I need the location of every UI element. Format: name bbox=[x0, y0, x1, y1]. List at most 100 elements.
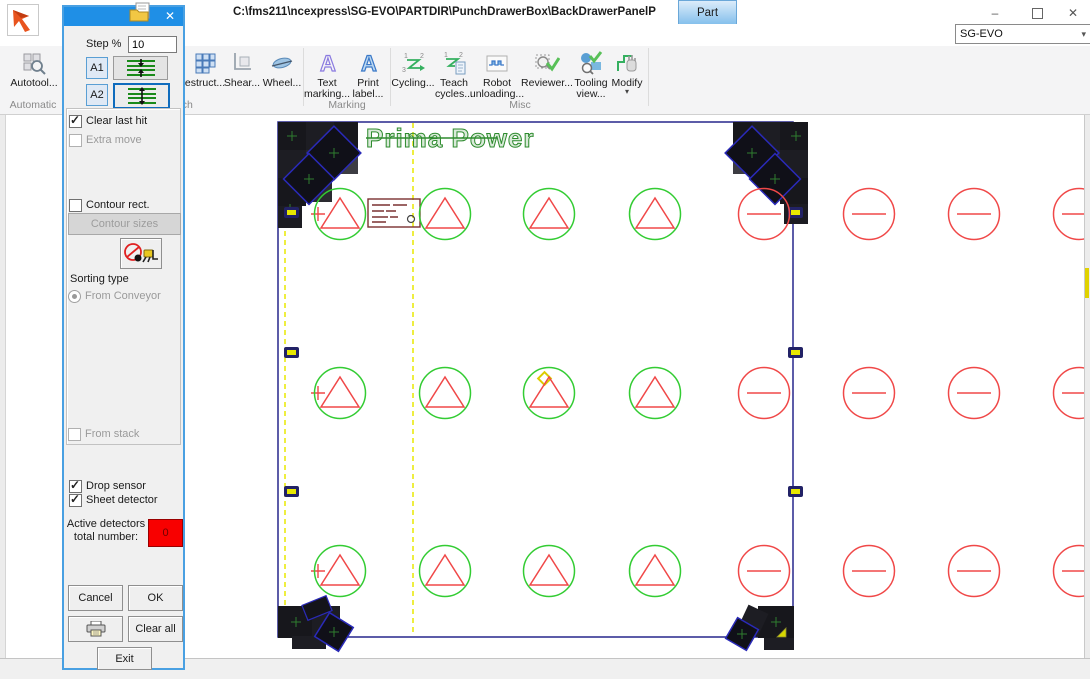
printer-icon bbox=[86, 621, 106, 637]
contour-rect-checkbox[interactable] bbox=[69, 199, 82, 212]
svg-text:1: 1 bbox=[404, 53, 408, 60]
a2-button[interactable]: A2 bbox=[86, 84, 108, 106]
ribbon-separator bbox=[648, 48, 649, 106]
autotool-icon bbox=[21, 50, 47, 76]
punch-hit-triangle bbox=[321, 377, 359, 407]
punch-hit-circle-green bbox=[420, 189, 471, 240]
contour-sizes-button[interactable]: Contour sizes bbox=[68, 213, 181, 235]
sorting-type-label: Sorting type bbox=[70, 273, 129, 285]
tooling-options-dialog: ✕ Step % A1 A2 Clear last hit Extra move bbox=[62, 5, 185, 670]
reviewer-icon bbox=[534, 50, 560, 76]
app-window: Prima Power C:\fms211\ncexpress\SG-EVO\P… bbox=[0, 0, 1090, 679]
clear-last-hit-checkbox[interactable] bbox=[69, 115, 82, 128]
tab-part[interactable]: Part bbox=[678, 0, 737, 24]
sheet-detector-checkbox[interactable] bbox=[69, 494, 82, 507]
from-stack-label: From stack bbox=[85, 428, 139, 440]
part-outline bbox=[278, 122, 793, 637]
minimize-button[interactable]: – bbox=[982, 4, 1008, 22]
modify-dropdown-caret[interactable]: ▾ bbox=[625, 89, 629, 95]
origin-cross-marker bbox=[311, 386, 325, 400]
print-label-icon: A bbox=[355, 50, 381, 76]
ribbon-wheel-button[interactable]: Wheel... bbox=[262, 48, 302, 108]
punch-hit-circle-green bbox=[524, 368, 575, 419]
svg-text:2: 2 bbox=[459, 52, 463, 59]
punch-hits-layer bbox=[311, 189, 1090, 597]
extra-move-checkbox[interactable] bbox=[69, 134, 82, 147]
robot-unloading-icon bbox=[484, 50, 510, 76]
maximize-icon bbox=[1032, 8, 1043, 19]
distribute-inward-icon bbox=[119, 58, 163, 78]
chevron-down-icon: ▾ bbox=[1081, 29, 1086, 40]
wheel-icon bbox=[269, 50, 295, 76]
clamp-cluster-bottom-right bbox=[726, 605, 794, 651]
ok-button[interactable]: OK bbox=[128, 585, 183, 611]
sheet-detector-label: Sheet detector bbox=[86, 494, 158, 506]
a2-distribute-button[interactable] bbox=[113, 83, 170, 109]
from-conveyor-radio[interactable] bbox=[68, 290, 81, 303]
clear-last-hit-label: Clear last hit bbox=[86, 115, 147, 127]
cycling-icon: 1 2 3 bbox=[400, 50, 426, 76]
origin-cross-marker bbox=[311, 564, 325, 578]
app-logo-button[interactable] bbox=[7, 4, 39, 36]
sorting-tools-button[interactable] bbox=[120, 238, 162, 269]
sheet-clamp-markers bbox=[284, 207, 803, 497]
punch-hit-triangle bbox=[321, 198, 359, 228]
svg-text:2: 2 bbox=[420, 53, 424, 60]
text-marking-icon: A bbox=[314, 50, 340, 76]
teach-cycles-icon: 1 2 bbox=[441, 50, 467, 76]
app-logo-icon bbox=[8, 5, 38, 35]
open-file-icon[interactable] bbox=[128, 2, 154, 28]
clear-all-button[interactable]: Clear all bbox=[128, 616, 183, 642]
svg-text:1: 1 bbox=[444, 52, 448, 59]
punch-hit-triangle bbox=[426, 377, 464, 407]
active-detectors-label-1: Active detectors bbox=[66, 518, 146, 530]
punch-hit-triangle bbox=[636, 555, 674, 585]
step-percent-label: Step % bbox=[86, 38, 121, 50]
punch-hit-triangle bbox=[636, 198, 674, 228]
punch-hit-circle-green bbox=[524, 189, 575, 240]
dialog-close-icon[interactable]: ✕ bbox=[157, 7, 183, 26]
window-title: C:\fms211\ncexpress\SG-EVO\PARTDIR\Punch… bbox=[233, 6, 656, 18]
punch-hit-circle-green bbox=[420, 546, 471, 597]
print-button[interactable] bbox=[68, 616, 123, 642]
punch-hit-triangle bbox=[426, 198, 464, 228]
machine-selector-dropdown[interactable]: SG-EVO ▾ bbox=[955, 24, 1090, 44]
from-stack-checkbox[interactable] bbox=[68, 428, 81, 441]
from-conveyor-label: From Conveyor bbox=[85, 290, 161, 302]
shear-icon bbox=[229, 50, 255, 76]
maximize-button[interactable] bbox=[1024, 4, 1050, 22]
active-detectors-label-2: total number: bbox=[66, 531, 146, 543]
no-hit-forklift-icon bbox=[123, 241, 159, 266]
origin-cross-marker bbox=[311, 207, 325, 221]
ribbon-group-misc: Misc bbox=[392, 99, 648, 111]
clamp-cluster-bottom-left bbox=[278, 596, 353, 652]
prima-power-logo: Prima Power bbox=[366, 123, 535, 153]
a1-button[interactable]: A1 bbox=[86, 57, 108, 79]
tooling-view-icon bbox=[578, 50, 604, 76]
svg-text:3: 3 bbox=[402, 67, 406, 74]
machine-selector-value: SG-EVO bbox=[960, 28, 1003, 40]
grid-tool-icon bbox=[192, 50, 218, 76]
exit-button[interactable]: Exit bbox=[97, 647, 152, 670]
part-label-marking bbox=[368, 199, 420, 227]
ribbon-group-marking: Marking bbox=[306, 99, 388, 111]
modify-icon bbox=[614, 50, 640, 76]
step-percent-input[interactable] bbox=[128, 36, 177, 53]
svg-text:A: A bbox=[361, 51, 377, 76]
punch-hit-triangle bbox=[426, 555, 464, 585]
contour-rect-label: Contour rect. bbox=[86, 199, 150, 211]
punch-hit-circle-green bbox=[420, 368, 471, 419]
cancel-button[interactable]: Cancel bbox=[68, 585, 123, 611]
close-button[interactable]: ✕ bbox=[1060, 4, 1086, 22]
canvas-right-frame[interactable] bbox=[1084, 114, 1090, 658]
dialog-title-bar[interactable]: ✕ bbox=[64, 7, 183, 26]
canvas-left-frame bbox=[0, 114, 6, 658]
ribbon-shear-button[interactable]: Shear... bbox=[222, 48, 262, 108]
punch-hit-circle-green bbox=[630, 189, 681, 240]
punch-hit-circle-green bbox=[630, 368, 681, 419]
punch-hit-triangle bbox=[636, 377, 674, 407]
punch-hit-circle-green bbox=[630, 546, 681, 597]
a1-distribute-button[interactable] bbox=[113, 56, 168, 80]
punch-hit-circle-green bbox=[524, 546, 575, 597]
offscreen-clamp-sliver bbox=[1085, 268, 1089, 298]
